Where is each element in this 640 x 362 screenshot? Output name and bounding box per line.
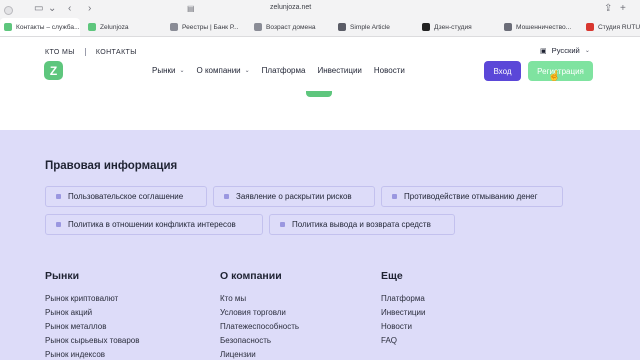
footer-link[interactable]: Платформа — [381, 292, 425, 306]
tab-favicon-icon — [4, 23, 12, 31]
legal-link-label: Политика вывода и возврата средств — [292, 220, 431, 229]
nav-item-label: Рынки — [152, 66, 176, 75]
sidebar-toggle-icon[interactable]: ▭ — [34, 3, 43, 15]
page-icon: ▤ — [187, 4, 195, 13]
tab-favicon-icon — [586, 23, 594, 31]
legal-link[interactable]: Заявление о раскрытии рисков — [213, 186, 375, 207]
legal-row-1: Пользовательское соглашение Заявление о р… — [45, 186, 563, 207]
footer-link[interactable]: Условия торговли — [220, 306, 286, 320]
tab-label: Студия RUTUBE — [598, 23, 640, 31]
legal-title: Правовая информация — [45, 160, 178, 172]
tab-strip: Контакты – служба... Zelunjoza Реестры | Б… — [0, 18, 640, 36]
footer-link[interactable]: Безопасность — [220, 334, 271, 348]
browser-tab[interactable]: Студия RUTUBE — [582, 18, 640, 36]
top-nav-contacts[interactable]: КОНТАКТЫ — [96, 49, 137, 56]
tab-favicon-icon — [88, 23, 96, 31]
partial-graphic — [306, 91, 332, 97]
footer-link[interactable]: Рынок криптовалют — [45, 292, 118, 306]
tab-label: Мошенничество... — [516, 23, 572, 31]
footer-link[interactable]: Рынок акций — [45, 306, 92, 320]
tab-favicon-icon — [254, 23, 262, 31]
legal-row-2: Политика в отношении конфликта интересов… — [45, 214, 455, 235]
share-icon[interactable]: ⇪ — [604, 3, 612, 15]
footer-column-title: Еще — [381, 270, 403, 282]
nav-item[interactable]: Платформа — [262, 66, 306, 75]
legal-link-label: Политика в отношении конфликта интересов — [68, 220, 236, 229]
globe-icon: ▣ — [540, 47, 547, 55]
bullet-icon — [56, 222, 61, 227]
nav-item-label: О компании — [196, 66, 241, 75]
site-logo[interactable]: Z — [44, 61, 63, 80]
tab-favicon-icon — [338, 23, 346, 31]
chevron-down-icon: ⌄ — [179, 68, 185, 74]
legal-link[interactable]: Пользовательское соглашение — [45, 186, 207, 207]
chevron-down-icon[interactable]: ⌄ — [48, 3, 56, 15]
nav-item[interactable]: Рынки ⌄ — [152, 66, 185, 75]
legal-link-label: Пользовательское соглашение — [68, 192, 184, 201]
footer-link[interactable]: Кто мы — [220, 292, 246, 306]
browser-tab[interactable]: Контакты – служба... — [0, 18, 80, 36]
window-close-dot[interactable] — [4, 6, 13, 15]
browser-tab[interactable]: Дзен-студия — [418, 18, 496, 36]
legal-link[interactable]: Политика вывода и возврата средств — [269, 214, 455, 235]
back-icon[interactable]: ‹ — [68, 3, 71, 15]
tab-label: Реестры | Банк Р... — [182, 23, 239, 31]
bullet-icon — [392, 194, 397, 199]
browser-tab[interactable]: Реестры | Банк Р... — [166, 18, 246, 36]
nav-item[interactable]: Новости — [374, 66, 405, 75]
footer-column-title: Рынки — [45, 270, 80, 282]
browser-tab[interactable]: Мошенничество... — [500, 18, 580, 36]
chevron-down-icon: ⌄ — [584, 48, 590, 54]
tab-label: Zelunjoza — [100, 23, 129, 31]
language-selector[interactable]: ▣ Русский ⌄ — [540, 46, 590, 55]
nav-item-label: Новости — [373, 66, 405, 75]
tab-label: Simple Article — [350, 23, 390, 31]
nav-item-label: Инвестиции — [317, 66, 362, 75]
nav-item-label: Платформа — [261, 66, 306, 75]
nav-item[interactable]: Инвестиции — [317, 66, 361, 75]
browser-tab[interactable]: Возраст домена — [250, 18, 330, 36]
bullet-icon — [280, 222, 285, 227]
tab-label: Контакты – служба... — [16, 23, 80, 31]
tab-label: Возраст домена — [266, 23, 316, 31]
tab-favicon-icon — [504, 23, 512, 31]
new-tab-icon[interactable]: + — [620, 3, 626, 15]
login-button[interactable]: Вход — [484, 61, 521, 81]
footer-link[interactable]: Рынок сырьевых товаров — [45, 334, 140, 348]
mouse-cursor-icon: ☝ — [548, 71, 561, 82]
top-nav-divider — [84, 48, 86, 56]
tab-favicon-icon — [170, 23, 178, 31]
footer-link[interactable]: FAQ — [381, 334, 397, 348]
legal-link[interactable]: Противодействие отмыванию денег — [381, 186, 563, 207]
tab-label: Дзен-студия — [434, 23, 472, 31]
legal-link[interactable]: Политика в отношении конфликта интересов — [45, 214, 263, 235]
footer-link[interactable]: Инвестиции — [381, 306, 425, 320]
footer-link[interactable]: Платежеспособность — [220, 320, 299, 334]
legal-link-label: Заявление о раскрытии рисков — [236, 192, 352, 201]
main-nav: Рынки ⌄ О компании ⌄ Платформа Инвестиции Ново… — [152, 66, 417, 75]
footer-link[interactable]: Новости — [381, 320, 412, 334]
bullet-icon — [224, 194, 229, 199]
top-nav: КТО МЫ КОНТАКТЫ — [45, 48, 137, 56]
nav-item[interactable]: О компании ⌄ — [197, 66, 250, 75]
top-nav-about[interactable]: КТО МЫ — [45, 49, 75, 56]
forward-icon[interactable]: › — [88, 3, 91, 15]
language-label: Русский — [551, 46, 580, 55]
footer-column-title: О компании — [220, 270, 282, 282]
legal-link-label: Противодействие отмыванию денег — [404, 192, 538, 201]
bullet-icon — [56, 194, 61, 199]
register-button[interactable]: Регистрация — [528, 61, 593, 81]
browser-tab[interactable]: Zelunjoza — [84, 18, 162, 36]
browser-tab[interactable]: Simple Article — [334, 18, 414, 36]
tab-favicon-icon — [422, 23, 430, 31]
chevron-down-icon: ⌄ — [244, 68, 250, 74]
address-bar[interactable]: zelunjoza.net — [270, 3, 311, 13]
footer-link[interactable]: Рынок металлов — [45, 320, 107, 334]
